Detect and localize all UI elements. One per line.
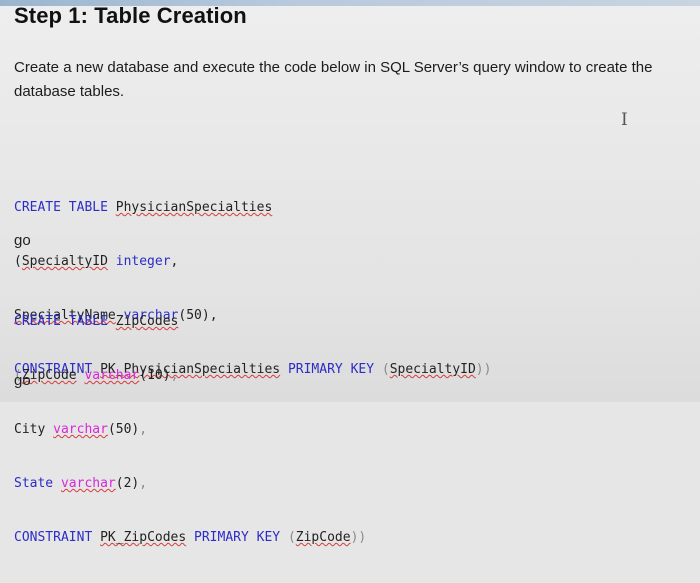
column-type: integer (115, 254, 171, 269)
code-line: CONSTRAINT PK_ZipCodes PRIMARY KEY (ZipC… (14, 529, 366, 547)
column-type: varchar (84, 368, 140, 383)
table-name: PhysicianSpecialties (115, 200, 273, 215)
code-line: City varchar(50), (14, 421, 366, 439)
sql-keyword: CONSTRAINT (14, 530, 93, 545)
column-name: City (14, 422, 46, 437)
paren: )) (475, 362, 492, 377)
column-name: State (14, 476, 54, 491)
code-line: (SpecialtyID integer, (14, 253, 491, 271)
paren: ( (14, 254, 22, 269)
column-length: (2) (115, 476, 140, 491)
column-type: varchar (60, 476, 116, 491)
code-line: State varchar(2), (14, 475, 366, 493)
column-length: (50) (107, 422, 140, 437)
sql-keyword: PRIMARY KEY (194, 530, 281, 545)
key-column: SpecialtyID (389, 362, 476, 377)
page-title: Step 1: Table Creation (14, 3, 247, 28)
constraint-name: PK_ZipCodes (100, 530, 187, 545)
comma: , (170, 368, 179, 383)
paren: )) (350, 530, 367, 545)
go-statement: go (14, 372, 31, 389)
sql-code-block-zipcodes[interactable]: CREATE TABLE ZipCodes (ZipCode varchar(1… (14, 277, 366, 583)
text-cursor-icon: I (621, 110, 628, 130)
column-length: (10) (139, 368, 171, 383)
comma: , (170, 254, 179, 269)
sql-keyword: CREATE TABLE (14, 200, 108, 215)
paren: ( (381, 362, 390, 377)
comma: , (139, 422, 148, 437)
sql-keyword: CREATE TABLE (14, 314, 108, 329)
comma: , (139, 476, 148, 491)
code-line: CREATE TABLE PhysicianSpecialties (14, 199, 491, 217)
table-name: ZipCodes (115, 314, 179, 329)
instructions-paragraph: Create a new database and execute the co… (14, 59, 653, 100)
key-column: ZipCode (295, 530, 351, 545)
column-name: SpecialtyID (21, 254, 108, 269)
code-line: (ZipCode varchar(10), (14, 367, 366, 385)
paren: ( (287, 530, 296, 545)
go-statement: go (14, 232, 31, 249)
column-type: varchar (53, 422, 108, 437)
code-line: CREATE TABLE ZipCodes (14, 313, 366, 331)
document-page: Step 1: Table Creation Create a new data… (0, 0, 700, 545)
